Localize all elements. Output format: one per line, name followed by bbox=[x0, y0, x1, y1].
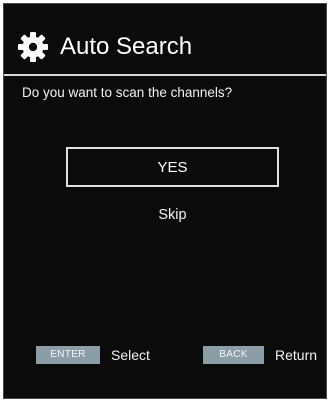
scan-prompt: Do you want to scan the channels? bbox=[22, 85, 233, 100]
enter-key-badge: ENTER bbox=[36, 346, 100, 364]
gear-icon bbox=[18, 32, 48, 62]
yes-button[interactable]: YES bbox=[66, 147, 279, 187]
enter-key-action: Select bbox=[111, 347, 150, 363]
key-hint-bar: ENTER Select BACK Return bbox=[4, 344, 326, 368]
auto-search-dialog: Auto Search Do you want to scan the chan… bbox=[3, 3, 327, 399]
page-title: Auto Search bbox=[60, 33, 193, 60]
back-key-action: Return bbox=[275, 347, 318, 363]
yes-button-label: YES bbox=[157, 158, 188, 176]
skip-option[interactable]: Skip bbox=[66, 204, 279, 226]
back-key-badge: BACK bbox=[203, 346, 264, 364]
title-bar: Auto Search bbox=[4, 4, 326, 72]
title-divider bbox=[4, 74, 326, 76]
